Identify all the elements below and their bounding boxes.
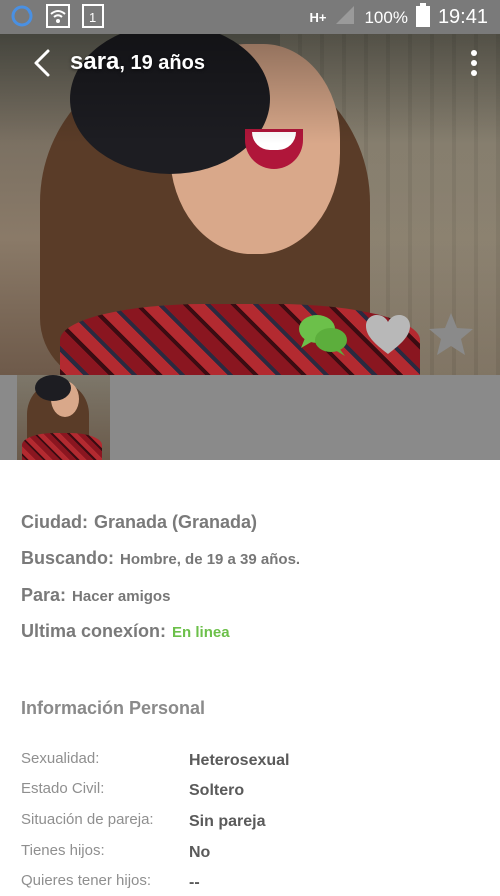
looking-for-value: Hombre, de 19 a 39 años. <box>120 551 301 568</box>
personal-row: Tienes hijos: No <box>21 842 481 866</box>
city-row: Ciudad: Granada (Granada) <box>21 512 257 533</box>
last-connection-row: Ultima conexíon: En linea <box>21 621 230 642</box>
battery-icon <box>415 3 430 32</box>
heart-icon[interactable] <box>365 314 411 356</box>
personal-row-label: Situación de pareja: <box>21 811 154 828</box>
clock: 19:41 <box>437 6 488 28</box>
personal-row-value: -- <box>189 874 200 891</box>
profile-photo[interactable] <box>0 34 500 375</box>
network-type: H+ <box>309 10 327 25</box>
looking-for-row: Buscando: Hombre, de 19 a 39 años. <box>21 548 300 569</box>
personal-row: Sexualidad: Heterosexual <box>21 750 481 774</box>
sim-icon: 1 <box>82 4 104 33</box>
svg-text:1: 1 <box>89 10 96 25</box>
profile-title: sara, 19 años <box>70 48 205 76</box>
online-status: En linea <box>172 624 230 641</box>
wifi-icon <box>46 4 70 33</box>
personal-row-value: Heterosexual <box>189 752 290 769</box>
personal-row: Situación de pareja: Sin pareja <box>21 811 481 835</box>
chat-bubbles-icon[interactable] <box>297 312 349 358</box>
status-bar: 1 H+ 100% 19:41 <box>0 0 500 34</box>
personal-row: Estado Civil: Soltero <box>21 780 481 804</box>
battery-percent: 100% <box>364 7 408 27</box>
personal-row-value: Sin pareja <box>189 813 266 830</box>
more-options-icon[interactable] <box>466 48 482 80</box>
profile-name: sara <box>70 48 120 75</box>
last-connection-label: Ultima conexíon: <box>21 621 167 641</box>
personal-row-label: Sexualidad: <box>21 750 100 767</box>
personal-row-label: Tienes hijos: <box>21 842 105 859</box>
back-arrow-icon[interactable] <box>30 48 56 78</box>
personal-row-value: No <box>189 844 211 861</box>
purpose-label: Para: <box>21 585 67 605</box>
purpose-value: Hacer amigos <box>72 588 171 605</box>
star-icon[interactable] <box>428 312 474 356</box>
profile-age: , 19 años <box>119 52 205 74</box>
sync-icon <box>10 4 34 33</box>
personal-row-label: Quieres tener hijos: <box>21 872 152 889</box>
looking-for-label: Buscando: <box>21 548 115 568</box>
city-label: Ciudad: <box>21 512 88 532</box>
city-value: Granada (Granada) <box>94 512 258 532</box>
photo-thumbnail[interactable] <box>17 375 110 460</box>
personal-row-label: Estado Civil: <box>21 780 105 797</box>
personal-row: Quieres tener hijos: -- <box>21 872 481 896</box>
signal-icon <box>334 4 356 31</box>
photo-thumbnails-strip <box>0 375 500 460</box>
purpose-row: Para: Hacer amigos <box>21 585 170 606</box>
personal-info-heading: Información Personal <box>21 698 206 718</box>
personal-row-value: Soltero <box>189 782 245 799</box>
